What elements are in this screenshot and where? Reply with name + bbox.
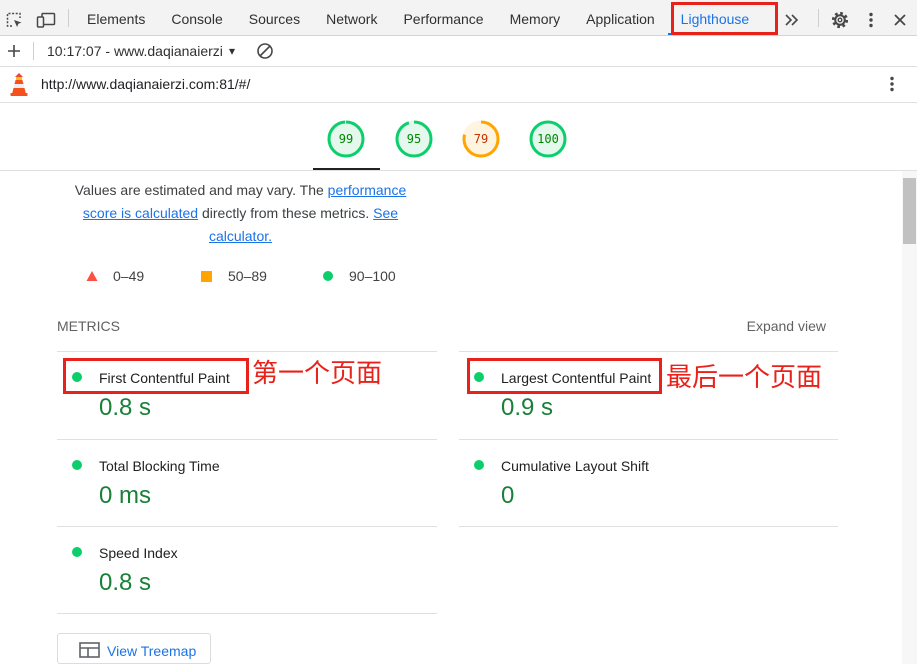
report-selector-label: 10:17:07 - www.daqianaierzi (47, 43, 223, 59)
square-icon (201, 271, 212, 282)
score-gauge-seo[interactable]: 100 (528, 119, 568, 159)
toolbar-divider (818, 9, 819, 27)
metrics-intro: Values are estimated and may vary. The p… (60, 179, 421, 248)
report-selector[interactable]: 10:17:07 - www.daqianaierzi (47, 36, 223, 66)
lighthouse-logo-icon (10, 73, 28, 96)
metric-value: 0.8 s (99, 394, 152, 421)
tab-lighthouse[interactable]: Lighthouse (667, 0, 763, 35)
report-url: http://www.daqianaierzi.com:81/#/ (41, 76, 251, 92)
legend-range-pass: 90–100 (349, 268, 396, 284)
pass-indicator-icon (72, 372, 82, 382)
tab-sources[interactable]: Sources (236, 0, 313, 35)
kebab-menu-icon[interactable] (887, 75, 897, 93)
clear-icon[interactable] (256, 42, 274, 60)
score-gauge-performance[interactable]: 99 (326, 119, 366, 159)
toolbar-divider (68, 9, 69, 27)
metric-cumulative-layout-shift: Cumulative Layout Shift 0 (459, 439, 838, 527)
score-gauge-accessibility[interactable]: 95 (394, 119, 434, 159)
metric-value: 0 ms (99, 482, 152, 509)
view-treemap-button[interactable]: View Treemap (57, 633, 211, 664)
inspect-element-icon[interactable] (5, 11, 23, 29)
tab-performance[interactable]: Performance (390, 0, 496, 35)
scrollbar-track[interactable] (902, 171, 917, 664)
score-value: 99 (338, 132, 354, 146)
legend-range-fail: 0–49 (113, 268, 145, 284)
metric-label: Cumulative Layout Shift (501, 458, 649, 474)
annotation-note-lcp: 最后一个页面 (666, 363, 823, 393)
kebab-menu-icon[interactable] (866, 11, 876, 29)
annotation-note-fcp: 第一个页面 (252, 359, 383, 389)
metric-value: 0.8 s (99, 569, 152, 596)
gear-icon[interactable] (831, 11, 849, 29)
tab-network[interactable]: Network (313, 0, 390, 35)
metrics-heading: METRICS (57, 318, 120, 334)
tab-elements[interactable]: Elements (74, 0, 158, 35)
metric-label: Speed Index (99, 545, 178, 561)
tab-memory[interactable]: Memory (497, 0, 574, 35)
score-value: 79 (473, 132, 489, 146)
score-value: 95 (406, 132, 422, 146)
legend-range-average: 50–89 (228, 268, 267, 284)
pass-indicator-icon (474, 372, 484, 382)
score-value: 100 (537, 132, 559, 146)
tab-console[interactable]: Console (158, 0, 235, 35)
metric-value: 0.9 s (501, 394, 554, 421)
metric-value: 0 (501, 482, 515, 509)
close-icon[interactable] (893, 13, 907, 27)
chevron-double-right-icon[interactable] (783, 11, 801, 29)
score-gauge-best-practices[interactable]: 79 (461, 119, 501, 159)
metric-label: First Contentful Paint (99, 370, 230, 386)
metric-total-blocking-time: Total Blocking Time 0 ms (57, 439, 437, 526)
metric-label: Largest Contentful Paint (501, 370, 652, 386)
intro-text: directly from these metrics. (198, 205, 374, 221)
treemap-icon (79, 642, 100, 658)
chevron-down-icon[interactable]: ▾ (229, 36, 235, 66)
intro-text: Values are estimated and may vary. The (74, 182, 328, 198)
expand-view-toggle[interactable]: Expand view (706, 316, 826, 336)
view-treemap-label: View Treemap (107, 643, 197, 659)
pass-indicator-icon (474, 460, 484, 470)
toolbar-divider (33, 42, 34, 60)
triangle-icon (86, 271, 98, 281)
scrollbar-thumb[interactable] (903, 178, 916, 244)
pass-indicator-icon (72, 460, 82, 470)
device-toolbar-icon[interactable] (36, 11, 56, 29)
panel-tabs: Elements Console Sources Network Perform… (74, 0, 762, 35)
metric-label: Total Blocking Time (99, 458, 220, 474)
metric-speed-index: Speed Index 0.8 s (57, 526, 437, 614)
plus-icon[interactable] (7, 44, 21, 58)
pass-indicator-icon (72, 547, 82, 557)
score-bar-divider (0, 170, 917, 171)
circle-icon (323, 271, 333, 281)
tab-application[interactable]: Application (573, 0, 668, 35)
